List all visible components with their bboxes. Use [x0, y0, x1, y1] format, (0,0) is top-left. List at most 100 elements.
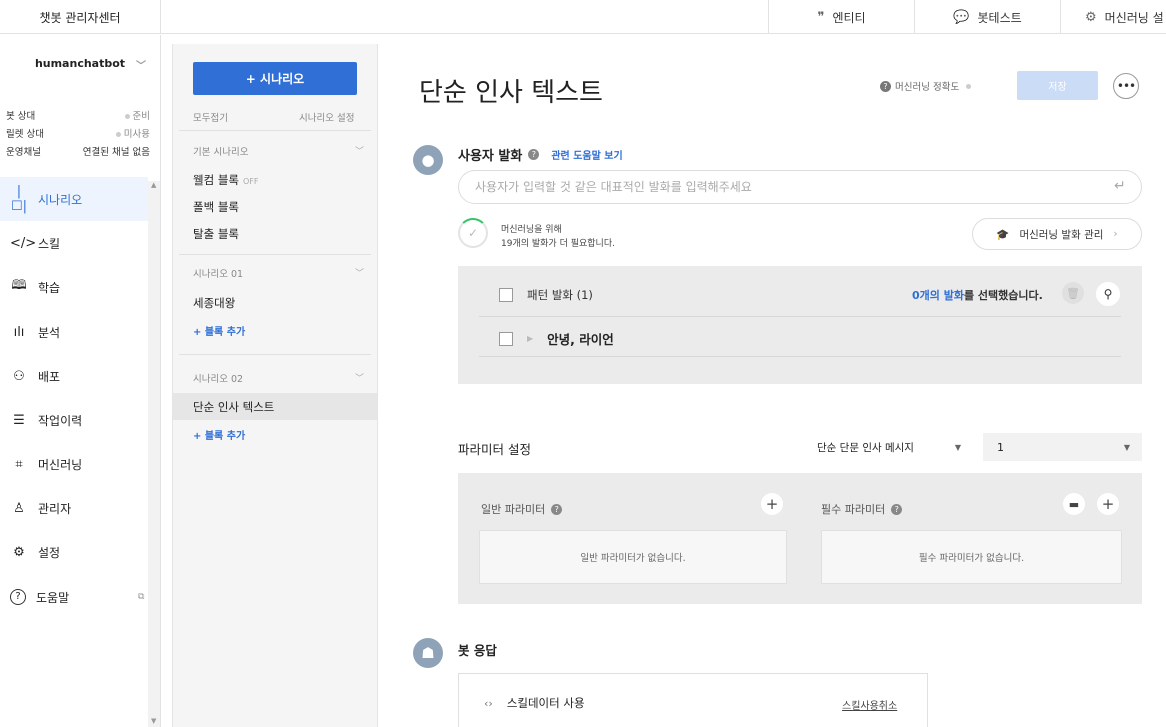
chevron-down-icon[interactable]: ﹀ [355, 266, 364, 279]
chevron-down-icon[interactable]: ﹀ [355, 371, 364, 384]
help-icon[interactable]: ? [891, 503, 903, 515]
selected-count: 0개의 발화를 선택했습니다. [912, 289, 1043, 302]
add-block-link[interactable]: + 블록 추가 [193, 323, 245, 338]
help-link[interactable]: 관련 도움말 보기 [551, 147, 622, 162]
sidebar-item-deploy[interactable]: ⚇ 배포 [0, 354, 148, 398]
deploy-icon: ⚇ [13, 368, 25, 384]
skill-cancel-link[interactable]: 스킬사용취소 [842, 697, 897, 712]
sidebar-item-learning[interactable]: 🕮 학습 [0, 265, 148, 309]
add-required-param-button[interactable]: + [1097, 493, 1119, 515]
ml-progress-icon: ✓ [458, 218, 488, 248]
scenario-settings-link[interactable]: 시나리오 설정 [299, 110, 354, 124]
trash-icon[interactable]: 🗑 [1062, 282, 1084, 304]
skill-data-label: ‹› 스킬데이터 사용 [484, 696, 585, 710]
ml-accuracy: ? 머신러닝 정확도 [880, 79, 974, 93]
admin-icon: ♙ [13, 500, 25, 516]
divider [179, 254, 371, 255]
general-param-empty: 일반 파라미터가 없습니다. [479, 530, 787, 584]
group-title-scenario-02[interactable]: 시나리오 02 [193, 371, 243, 385]
select-all-checkbox[interactable] [499, 288, 513, 302]
code-icon: </> [10, 235, 37, 251]
collapse-all-link[interactable]: 모두접기 [193, 110, 228, 124]
save-button[interactable]: 저장 [1017, 71, 1098, 100]
bot-selector[interactable]: humanchatbot ﹀ [0, 35, 160, 91]
row-checkbox[interactable] [499, 331, 513, 346]
pattern-header: 패턴 발화 (1) [499, 287, 593, 303]
divider [479, 316, 1121, 317]
divider [179, 130, 371, 131]
required-param-title: 필수 파라미터? [821, 501, 903, 517]
folder-icon[interactable]: ▬ [1063, 493, 1085, 515]
chevron-right-icon: › [1113, 228, 1118, 240]
enter-icon[interactable]: ↵ [1114, 178, 1126, 194]
help-icon[interactable]: ? [528, 149, 540, 160]
general-param-title: 일반 파라미터? [481, 501, 563, 517]
page-title: 단순 인사 텍스트 [419, 78, 603, 108]
bot-response-title: 봇 응답 [458, 643, 497, 658]
sidebar-item-help[interactable]: ? 도움말 ⧉ [0, 575, 148, 619]
group-title-scenario-01[interactable]: 시나리오 01 [193, 266, 243, 280]
gear-icon: ⚙ [13, 544, 25, 560]
block-fallback[interactable]: 폴백 블록 [193, 199, 239, 215]
caret-down-icon: ▼ [1123, 442, 1130, 452]
app-title[interactable]: 챗봇 관리자센터 [0, 0, 161, 34]
param-type-dropdown[interactable]: 단순 단문 인사 메시지 ▼ [817, 433, 975, 461]
book-icon: 🕮 [11, 278, 27, 293]
chat-bubble-icon: 💬 [953, 9, 970, 25]
param-value-dropdown[interactable]: 1 ▼ [983, 433, 1142, 461]
param-section-title: 파라미터 설정 [458, 442, 531, 457]
more-options-button[interactable]: ••• [1113, 73, 1139, 99]
chevron-down-icon: ﹀ [136, 61, 146, 72]
sidebar: humanchatbot ﹀ 봇 상대 준비 릴렛 상대 미사용 운영채널 연결된 채… [0, 35, 161, 727]
ml-need-count: 19개의 발화가 더 필요합니다. [501, 239, 615, 249]
ml-manage-button[interactable]: 🎓 머신러닝 발화 관리 › [972, 218, 1142, 250]
topnav-machine-learning[interactable]: ⚙ 머신러닝 설 [1060, 0, 1166, 34]
scroll-up-icon[interactable]: ▲ [151, 181, 156, 189]
utterance-section-title: 사용자 발화 ? 관련 도움말 보기 [458, 147, 623, 164]
block-welcome[interactable]: 웰컴 블록 OFF [193, 172, 258, 188]
quote-icon: ❞ [817, 9, 825, 25]
add-block-link[interactable]: + 블록 추가 [193, 427, 245, 442]
sidebar-item-scenario[interactable]: |☐| 시나리오 [0, 177, 148, 221]
help-icon: ? [10, 589, 26, 605]
add-scenario-button[interactable]: + 시나리오 [193, 62, 357, 95]
block-exit[interactable]: 탈출 블록 [193, 226, 239, 242]
scenario-panel: + 시나리오 모두접기 시나리오 설정 기본 시나리오 ﹀ 웰컴 블록 OFF 폴… [172, 44, 378, 727]
chevron-down-icon[interactable]: ﹀ [355, 144, 364, 157]
external-link-icon: ⧉ [138, 592, 145, 602]
sidebar-item-machine-learning[interactable]: ⌗ 머신러닝 [0, 442, 148, 486]
caret-down-icon: ▼ [954, 442, 961, 452]
block-simple-greeting[interactable]: 단순 인사 텍스트 [193, 399, 274, 415]
bar-chart-icon: ılı [13, 324, 25, 340]
ml-need-text: 머신러닝을 위해 [501, 225, 562, 235]
sidebar-item-settings[interactable]: ⚙ 설정 [0, 530, 148, 574]
channel-status-row: 운영채널 연결된 채널 없음 [6, 147, 150, 158]
group-title-default[interactable]: 기본 시나리오 [193, 144, 248, 158]
pattern-utterance-box [458, 266, 1142, 384]
block-sejong[interactable]: 세종대왕 [193, 295, 235, 311]
pattern-row[interactable]: ▶ 안녕, 라이언 [499, 329, 614, 348]
sidebar-scrollbar[interactable]: ▲ ▼ [148, 181, 160, 727]
help-icon[interactable]: ? [880, 80, 891, 92]
sidebar-item-analysis[interactable]: ılı 분석 [0, 310, 148, 354]
status-dot [966, 83, 972, 89]
bot-avatar-icon: ☗ [413, 638, 443, 668]
history-icon: ☰ [13, 412, 25, 428]
scroll-down-icon[interactable]: ▼ [151, 717, 156, 725]
sidebar-item-history[interactable]: ☰ 작업이력 [0, 398, 148, 442]
sidebar-item-skill[interactable]: </> 스킬 [0, 221, 148, 265]
add-general-param-button[interactable]: + [761, 493, 783, 515]
scenario-icon: |☐| [10, 184, 28, 214]
widget-status-row: 릴렛 상대 미사용 [6, 129, 150, 140]
topnav-bot-test[interactable]: 💬 봇테스트 [914, 0, 1060, 34]
search-icon[interactable]: ⚲ [1096, 282, 1120, 306]
topnav-entity[interactable]: ❞ 엔티티 [768, 0, 914, 34]
utterance-input[interactable] [458, 170, 1142, 204]
sidebar-item-admin[interactable]: ♙ 관리자 [0, 486, 148, 530]
help-icon[interactable]: ? [551, 503, 563, 515]
caret-right-icon[interactable]: ▶ [527, 334, 533, 343]
divider [179, 354, 371, 355]
chip-icon: ⌗ [15, 456, 23, 472]
bot-status-row: 봇 상대 준비 [6, 111, 150, 122]
code-brackets-icon: ‹› [484, 696, 493, 710]
